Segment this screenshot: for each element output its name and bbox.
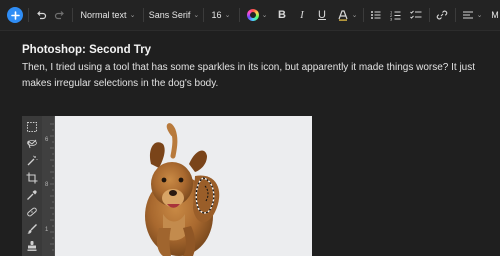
font-family-label: Sans Serif: [148, 10, 191, 20]
magic-wand-icon: [24, 153, 40, 169]
stamp-icon: [24, 238, 40, 254]
redo-icon: [54, 11, 64, 20]
italic-button[interactable]: I: [294, 0, 310, 30]
eyedropper-icon: [24, 187, 40, 203]
more-label: M: [491, 10, 499, 20]
editor-toolbar: Normal text ⌄ Sans Serif ⌄ 16 ⌄ ⌄ B I U ⌄ 1…: [0, 0, 500, 31]
bold-button[interactable]: B: [274, 0, 290, 30]
undo-icon: [37, 11, 47, 20]
underline-button[interactable]: U: [314, 0, 330, 30]
font-size-label: 16: [211, 10, 222, 20]
highlighter-icon: [338, 10, 348, 21]
chevron-down-icon: ⌄: [261, 12, 268, 19]
brush-icon: [24, 221, 40, 237]
marquee-icon: [24, 119, 40, 135]
chevron-down-icon: ⌄: [193, 12, 200, 19]
color-wheel-icon: [246, 9, 259, 21]
crop-icon: [24, 170, 40, 186]
chevron-down-icon: ⌄: [351, 12, 358, 19]
redo-button[interactable]: [52, 0, 68, 30]
note-title: Photoshop: Second Try: [22, 44, 152, 56]
block-type-select[interactable]: Normal text ⌄: [77, 0, 139, 30]
chevron-down-icon: ⌄: [129, 12, 136, 19]
embedded-screenshot[interactable]: 6 8 1: [22, 116, 312, 256]
link-icon: [436, 10, 448, 20]
highlight-button[interactable]: ⌄: [336, 0, 358, 30]
tool-strip: [22, 116, 43, 256]
align-left-icon: [462, 11, 473, 19]
add-button[interactable]: [6, 0, 24, 30]
bold-label: B: [278, 9, 286, 21]
note-paragraph: Then, I tried using a tool that has some…: [22, 62, 476, 89]
link-button[interactable]: [434, 0, 450, 30]
text-color-button[interactable]: ⌄: [244, 0, 270, 30]
vertical-ruler: 6 8 1: [42, 116, 55, 256]
block-type-label: Normal text: [80, 10, 127, 20]
checklist-icon: [410, 10, 422, 19]
plus-icon: [7, 7, 23, 23]
photo-canvas[interactable]: [55, 116, 312, 256]
ruler-number: 6: [45, 137, 49, 143]
font-family-select[interactable]: Sans Serif ⌄: [148, 0, 200, 30]
note-body[interactable]: Photoshop: Second Try Then, I tried usin…: [22, 43, 500, 91]
font-size-select[interactable]: 16 ⌄: [207, 0, 235, 30]
numbered-list-button[interactable]: 123: [388, 0, 404, 30]
svg-text:3: 3: [390, 17, 393, 22]
bullet-list-button[interactable]: [368, 0, 384, 30]
numbered-list-icon: 123: [390, 10, 401, 22]
more-button[interactable]: M: [488, 0, 500, 30]
ruler-number: 8: [45, 182, 49, 188]
align-button[interactable]: ⌄: [460, 0, 484, 30]
dog-photo: [145, 123, 220, 256]
lasso-icon: [24, 136, 40, 152]
ruler-number: 1: [45, 227, 49, 233]
checklist-button[interactable]: [408, 0, 424, 30]
healing-brush-icon: [24, 204, 40, 220]
chevron-down-icon: ⌄: [476, 12, 483, 19]
italic-label: I: [300, 9, 304, 21]
underline-label: U: [318, 9, 326, 21]
bullet-list-icon: [371, 11, 381, 19]
chevron-down-icon: ⌄: [224, 12, 231, 19]
undo-button[interactable]: [33, 0, 49, 30]
